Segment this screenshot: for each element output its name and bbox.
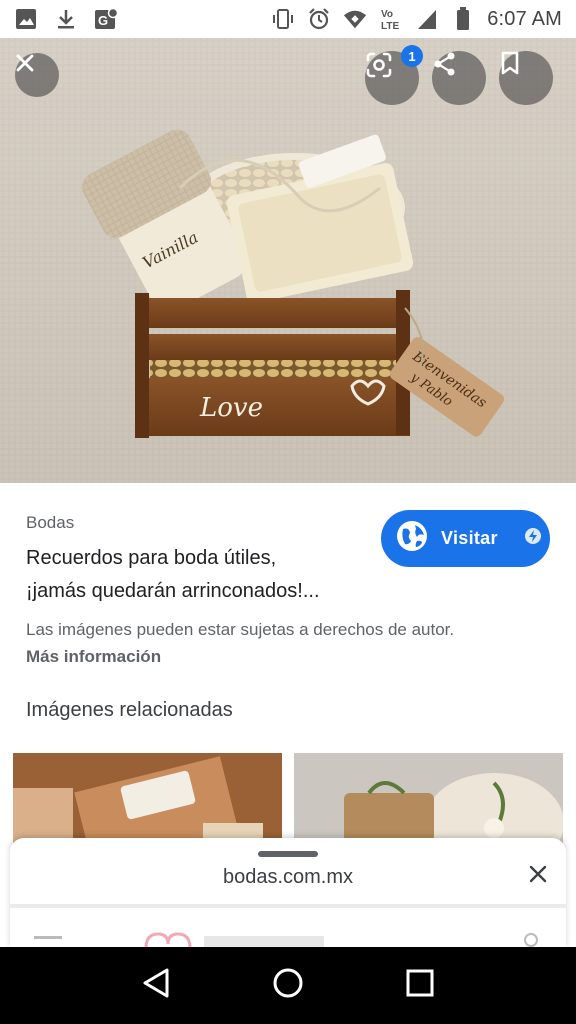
- svg-text:Love: Love: [199, 393, 263, 423]
- home-icon: [272, 967, 304, 1004]
- result-title-line1: Recuerdos para boda útiles,: [26, 547, 277, 569]
- image-icon: [14, 7, 38, 31]
- drag-handle[interactable]: [258, 851, 318, 857]
- google-lens-button[interactable]: 1: [365, 45, 423, 105]
- navigation-bar: [0, 947, 576, 1024]
- site-preview-peek: [34, 926, 544, 948]
- vibrate-icon: [271, 7, 295, 31]
- signal-icon: [415, 7, 439, 31]
- hero-photo: Vainilla Love Bienvenidas y Pablo: [0, 38, 576, 483]
- sheet-close-button[interactable]: [526, 862, 550, 886]
- recents-button[interactable]: [396, 962, 444, 1010]
- home-button[interactable]: [264, 962, 312, 1010]
- alarm-icon: [307, 7, 331, 31]
- more-info-link[interactable]: Más información: [26, 647, 161, 667]
- related-images-heading: Imágenes relacionadas: [26, 699, 233, 721]
- volte-icon: Vo LTE: [379, 7, 403, 31]
- result-title-line2: ¡jamás quedarán arrinconados!...: [26, 580, 320, 602]
- close-button[interactable]: [15, 53, 59, 97]
- site-preview-sheet[interactable]: bodas.com.mx: [10, 838, 566, 948]
- wifi-icon: [343, 7, 367, 31]
- google-maps-icon: G: [94, 7, 118, 31]
- status-time: 6:07 AM: [487, 7, 562, 30]
- sheet-domain: bodas.com.mx: [222, 866, 354, 888]
- lens-badge: 1: [401, 45, 423, 67]
- download-icon: [54, 7, 78, 31]
- globe-icon: [395, 519, 429, 558]
- share-button[interactable]: [432, 51, 486, 105]
- svg-text:LTE: LTE: [381, 21, 399, 31]
- bookmark-button[interactable]: [499, 51, 553, 105]
- visit-label: Visitar: [441, 528, 498, 548]
- recents-icon: [406, 969, 434, 1002]
- result-title[interactable]: Recuerdos para boda útiles, ¡jamás queda…: [26, 542, 376, 608]
- battery-icon: [451, 7, 475, 31]
- hero-image[interactable]: Vainilla Love Bienvenidas y Pablo 1: [0, 38, 576, 483]
- copyright-notice: Las imágenes pueden estar sujetas a dere…: [26, 620, 455, 639]
- sheet-divider: [10, 904, 566, 908]
- volte-text: Vo: [381, 9, 393, 20]
- visit-button[interactable]: Visitar: [381, 510, 550, 567]
- back-icon: [141, 967, 171, 1004]
- svg-text:G: G: [98, 13, 108, 28]
- result-source[interactable]: Bodas: [26, 513, 74, 533]
- amp-icon: [524, 527, 542, 550]
- close-icon: [526, 865, 550, 890]
- status-bar: G Vo LTE 6:07 AM: [0, 0, 576, 38]
- back-button[interactable]: [132, 962, 180, 1010]
